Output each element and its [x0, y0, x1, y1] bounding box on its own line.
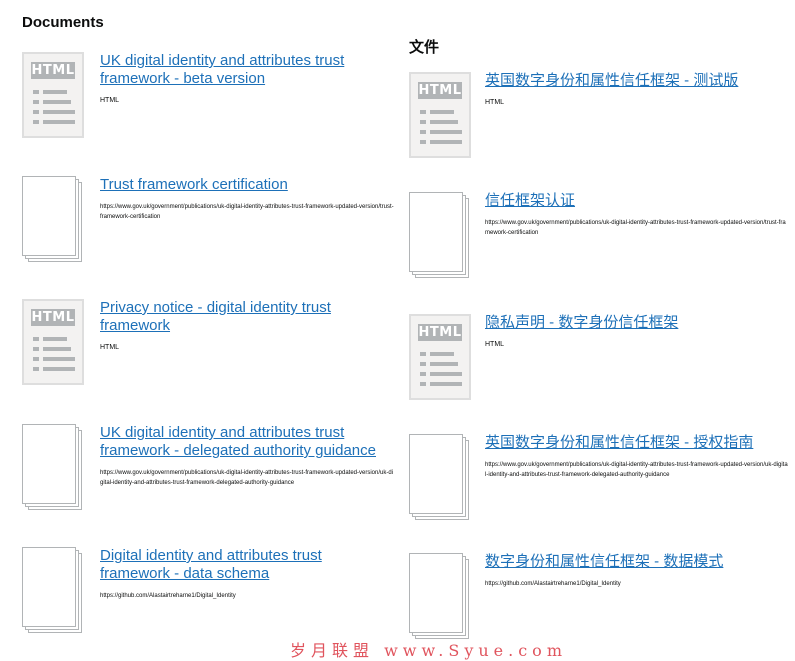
thumbnail-page: HTML [22, 299, 84, 385]
document-title-link[interactable]: 隐私声明 - 数字身份信任框架 [485, 314, 789, 332]
thumbnail-page [22, 424, 76, 504]
document-format: HTML [100, 344, 120, 351]
document-item: HTML 隐私声明 - 数字身份信任框架 HTML [409, 314, 789, 404]
document-title-link[interactable]: UK digital identity and attributes trust… [100, 52, 394, 88]
site-watermark: 岁月联盟 www.Syue.com [290, 641, 567, 660]
document-thumbnail[interactable] [409, 434, 469, 520]
document-item: 英国数字身份和属性信任框架 - 授权指南 https://www.gov.uk/… [409, 434, 789, 524]
document-item: 信任框架认证 https://www.gov.uk/government/pub… [409, 192, 789, 282]
document-item: HTML 英国数字身份和属性信任框架 - 测试版 HTML [409, 72, 789, 162]
html-document-thumbnail[interactable]: HTML [22, 299, 84, 385]
thumbnail-page [409, 553, 463, 633]
document-title-link[interactable]: UK digital identity and attributes trust… [100, 424, 394, 460]
thumbnail-page [22, 547, 76, 627]
document-item: HTML UK digital identity and attributes … [22, 52, 394, 142]
document-thumbnail[interactable] [22, 547, 82, 633]
document-title-link[interactable]: Trust framework certification [100, 176, 394, 194]
document-title-link[interactable]: Privacy notice - digital identity trust … [100, 299, 394, 335]
thumbnail-page: HTML [409, 72, 471, 158]
document-thumbnail[interactable] [22, 176, 82, 262]
html-document-thumbnail[interactable]: HTML [22, 52, 84, 138]
document-item: UK digital identity and attributes trust… [22, 424, 394, 514]
document-url: https://github.com/Alastairtreharne1/Dig… [100, 593, 236, 599]
document-url: https://www.gov.uk/government/publicatio… [485, 462, 788, 478]
section-heading: 文件 [409, 39, 440, 56]
thumbnail-page [409, 434, 463, 514]
document-thumbnail[interactable] [409, 192, 469, 278]
section-heading: Documents [22, 14, 104, 31]
thumbnail-page: HTML [409, 314, 471, 400]
html-badge: HTML [31, 309, 75, 326]
document-format: HTML [485, 99, 505, 106]
document-title-link[interactable]: 英国数字身份和属性信任框架 - 授权指南 [485, 434, 789, 452]
document-format: HTML [100, 97, 120, 104]
document-url: https://www.gov.uk/government/publicatio… [100, 470, 394, 486]
thumbnail-page [22, 176, 76, 256]
document-title-link[interactable]: 英国数字身份和属性信任框架 - 测试版 [485, 72, 789, 90]
thumbnail-page: HTML [22, 52, 84, 138]
thumbnail-page [409, 192, 463, 272]
document-url: https://github.com/Alastairtreharne1/Dig… [485, 581, 621, 587]
html-document-thumbnail[interactable]: HTML [409, 314, 471, 400]
document-url: https://www.gov.uk/government/publicatio… [100, 204, 394, 220]
html-document-thumbnail[interactable]: HTML [409, 72, 471, 158]
document-thumbnail[interactable] [409, 553, 469, 639]
document-item: Trust framework certification https://ww… [22, 176, 394, 266]
document-item: HTML Privacy notice - digital identity t… [22, 299, 394, 389]
html-badge: HTML [418, 82, 462, 99]
document-title-link[interactable]: 信任框架认证 [485, 192, 789, 210]
document-title-link[interactable]: Digital identity and attributes trust fr… [100, 547, 394, 583]
html-badge: HTML [418, 324, 462, 341]
document-item: 数字身份和属性信任框架 - 数据模式 https://github.com/Al… [409, 553, 789, 643]
html-badge: HTML [31, 62, 75, 79]
document-url: https://www.gov.uk/government/publicatio… [485, 220, 786, 236]
document-thumbnail[interactable] [22, 424, 82, 510]
document-title-link[interactable]: 数字身份和属性信任框架 - 数据模式 [485, 553, 789, 571]
document-item: Digital identity and attributes trust fr… [22, 547, 394, 637]
document-format: HTML [485, 341, 505, 348]
